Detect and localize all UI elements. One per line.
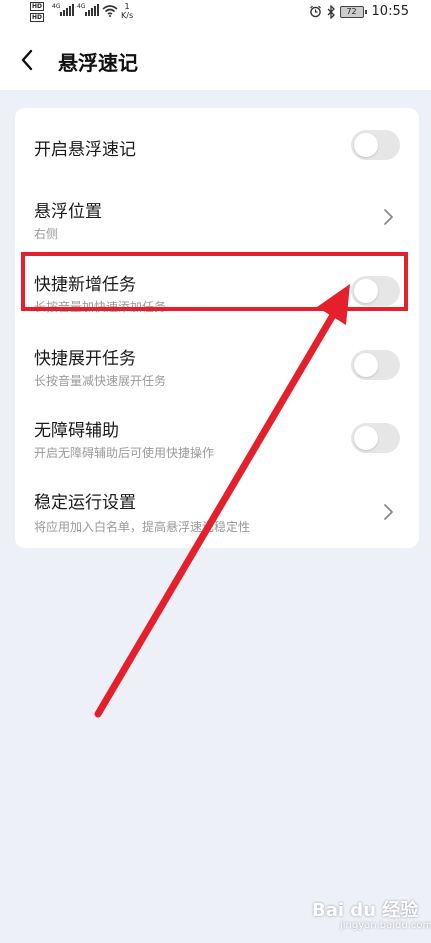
setting-subtitle: 右侧: [34, 227, 59, 241]
setting-subtitle: 将应用加入白名单，提高悬浮速记稳定性: [34, 520, 251, 534]
title-bar: 悬浮速记: [0, 36, 431, 86]
bluetooth-icon: [327, 4, 335, 19]
status-right: 72 10:55: [309, 4, 409, 19]
setting-title: 稳定运行设置: [34, 493, 136, 513]
alarm-icon: [309, 5, 321, 18]
toggle-knob: [354, 133, 378, 157]
network-speed: 1 K/s: [121, 2, 133, 20]
hd-icon: HD: [30, 2, 45, 11]
chevron-right-icon: [384, 209, 393, 225]
setting-subtitle: 长按音量减快速展开任务: [34, 374, 167, 388]
setting-title: 快捷展开任务: [34, 349, 136, 369]
toggle-knob: [354, 353, 378, 377]
setting-subtitle: 长按音量加快速添加任务: [34, 300, 167, 314]
quick-add-task-toggle[interactable]: [351, 276, 400, 306]
signal-icon: [60, 4, 74, 16]
setting-row-float-position[interactable]: 悬浮位置 右侧: [15, 182, 419, 252]
setting-row-enable-float-note[interactable]: 开启悬浮速记: [15, 108, 419, 182]
chevron-right-icon: [384, 504, 393, 520]
toggle-knob: [354, 279, 378, 303]
watermark-url: jingyan.baidu.com: [340, 920, 431, 931]
network-speed-unit: K/s: [121, 11, 134, 20]
watermark-logo: Bai du 经验: [312, 900, 419, 921]
toggle-knob: [354, 426, 378, 450]
setting-title: 开启悬浮速记: [34, 140, 136, 160]
back-button[interactable]: [14, 46, 40, 74]
setting-title: 无障碍辅助: [34, 421, 119, 441]
setting-subtitle: 开启无障碍辅助后可使用快捷操作: [34, 446, 215, 460]
settings-card: 开启悬浮速记 悬浮位置 右侧 快捷新增任务 长按音量加快速添加任务 快捷展开任务…: [15, 108, 419, 548]
battery-icon: 72: [339, 5, 367, 18]
quick-expand-task-toggle[interactable]: [351, 350, 400, 380]
status-time: 10:55: [371, 4, 409, 19]
signal-icon: [85, 4, 99, 16]
setting-row-quick-add-task[interactable]: 快捷新增任务 长按音量加快速添加任务: [15, 252, 419, 325]
setting-row-accessibility[interactable]: 无障碍辅助 开启无障碍辅助后可使用快捷操作: [15, 398, 419, 471]
accessibility-toggle[interactable]: [351, 423, 400, 453]
setting-row-quick-expand-task[interactable]: 快捷展开任务 长按音量减快速展开任务: [15, 325, 419, 398]
back-arrow-icon: [21, 49, 33, 71]
hd-icon: HD: [30, 13, 45, 22]
network-speed-value: 1: [124, 2, 130, 11]
setting-row-stable-run[interactable]: 稳定运行设置 将应用加入白名单，提高悬浮速记稳定性: [15, 471, 419, 548]
setting-title: 悬浮位置: [34, 202, 102, 222]
wifi-icon: [102, 5, 118, 17]
status-bar: HD HD 4G 4G 1 K/s 72 10:55: [0, 0, 431, 26]
enable-float-note-toggle[interactable]: [351, 130, 400, 160]
page-title: 悬浮速记: [58, 51, 138, 75]
setting-title: 快捷新增任务: [34, 275, 136, 295]
